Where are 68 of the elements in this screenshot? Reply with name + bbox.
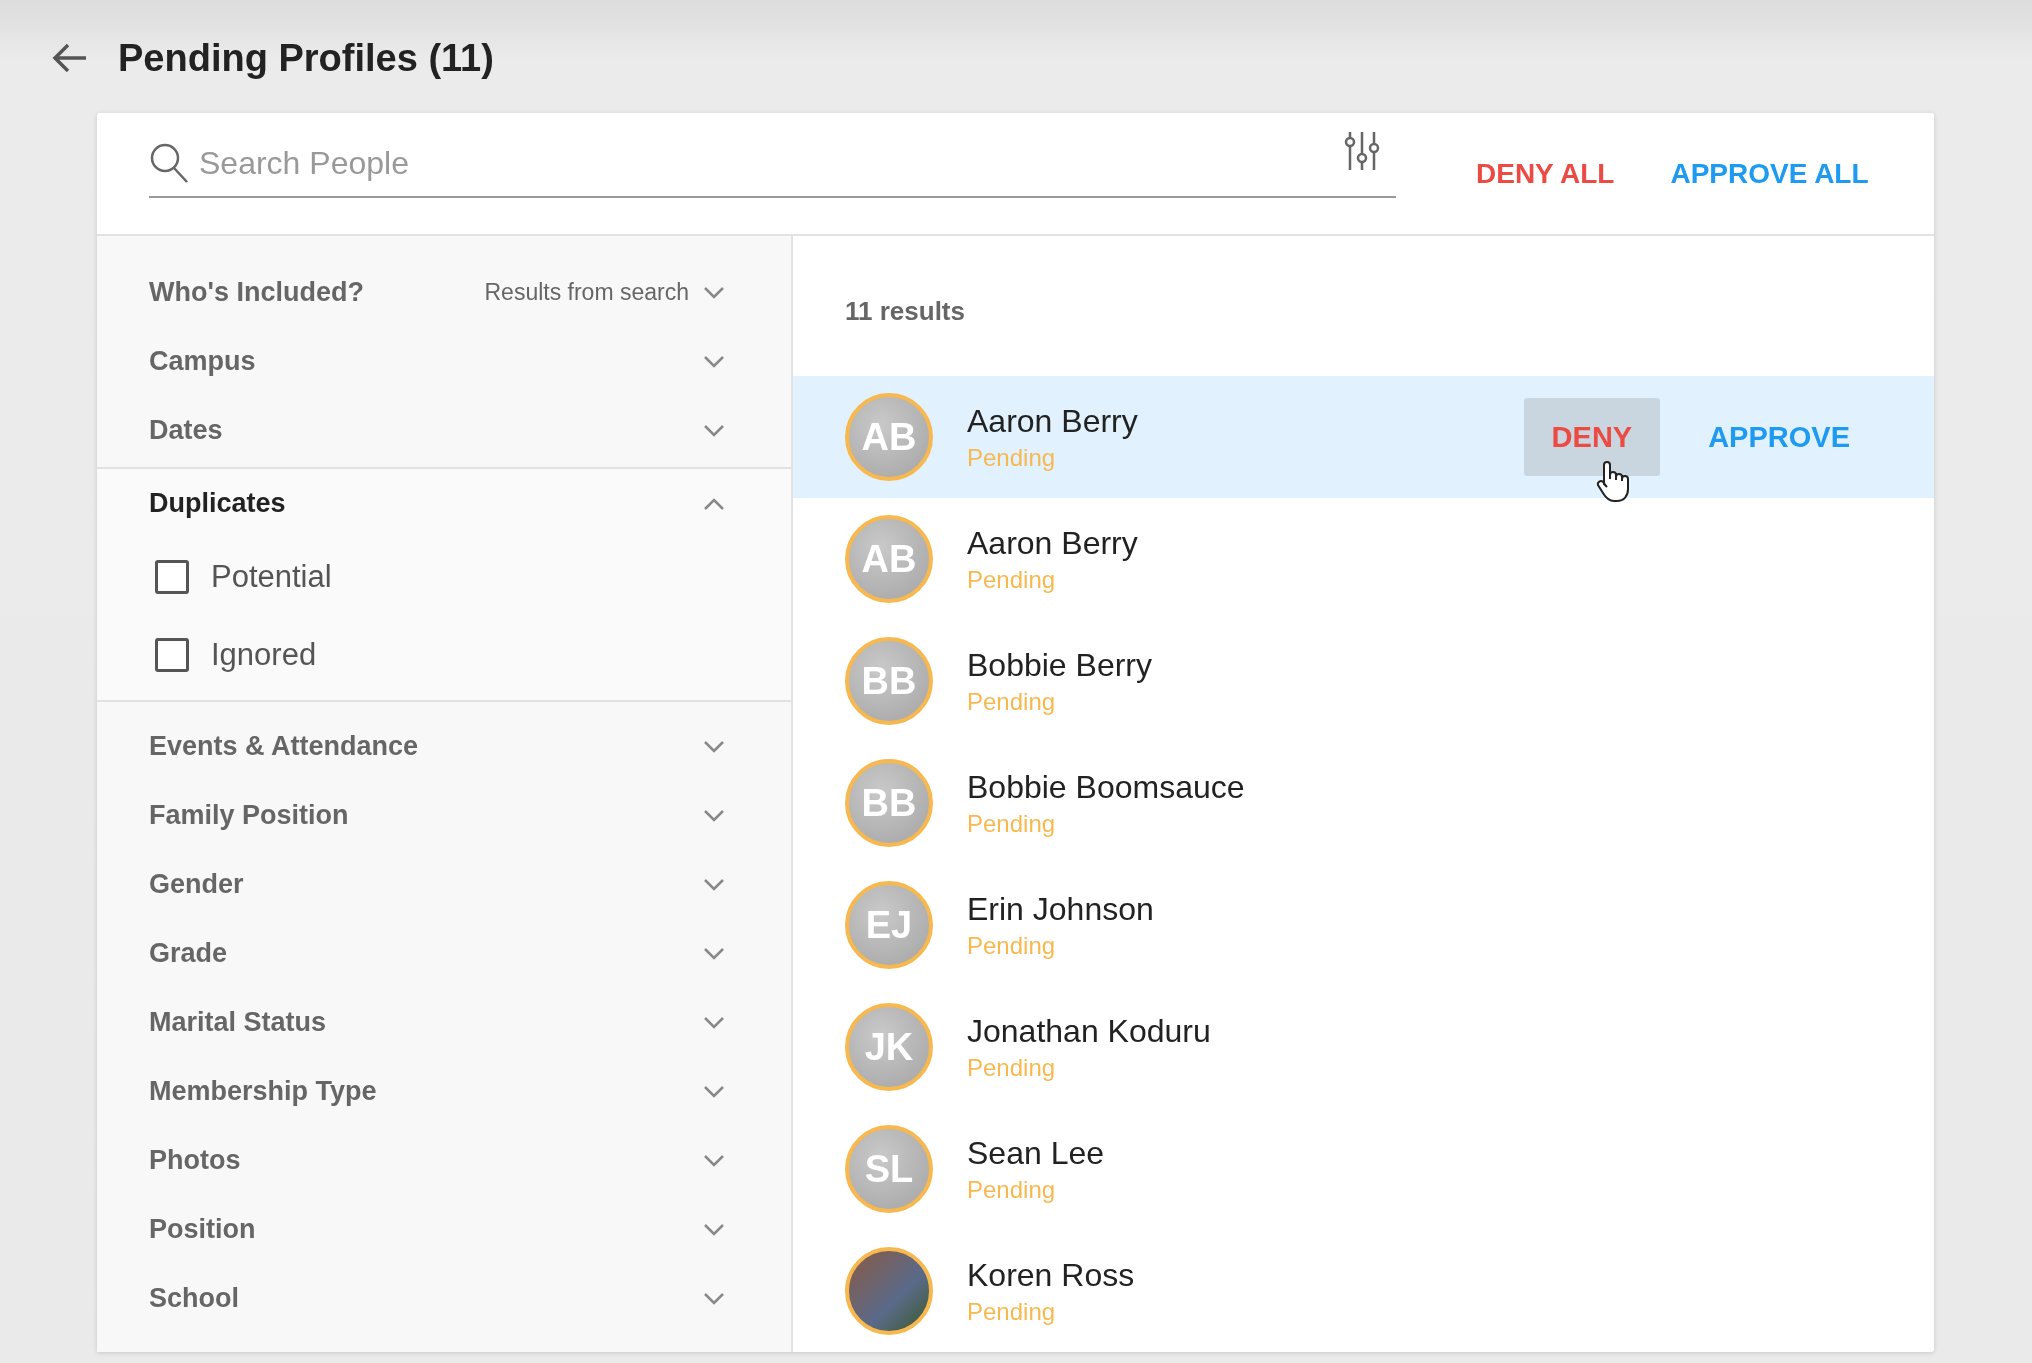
chevron-icon: [703, 1015, 725, 1030]
filter-dropdown[interactable]: Who's Included? Results from search: [97, 258, 791, 327]
avatar: BB: [845, 637, 933, 725]
avatar: SL: [845, 1125, 933, 1213]
filter-dropdown[interactable]: Gender: [97, 850, 791, 919]
avatar: AB: [845, 515, 933, 603]
avatar: EJ: [845, 881, 933, 969]
person-name: Jonathan Koduru: [967, 1012, 1212, 1050]
status-label: Pending: [967, 687, 1057, 716]
person-row[interactable]: JK Jonathan Koduru Pending: [793, 986, 1934, 1108]
person-name: Sean Lee: [967, 1134, 1105, 1172]
filter-dropdown[interactable]: Membership Type: [97, 1057, 791, 1126]
search-field[interactable]: Search People: [197, 143, 1336, 183]
chevron-icon: [703, 1153, 725, 1168]
status-label: Pending: [967, 565, 1057, 594]
approve-all-button[interactable]: APPROVE ALL: [1670, 153, 1869, 194]
filter-dropdown[interactable]: School: [97, 1264, 791, 1333]
person-name: Aaron Berry: [967, 402, 1139, 440]
chevron-icon: [703, 496, 725, 511]
sliders-icon[interactable]: [1344, 130, 1380, 172]
filter-dropdown[interactable]: Family Position: [97, 781, 791, 850]
chevron-icon: [703, 808, 725, 823]
chevron-icon: [703, 877, 725, 892]
filter-group-header[interactable]: Duplicates: [97, 469, 791, 538]
status-label: Pending: [967, 809, 1057, 838]
status-label: Pending: [967, 931, 1057, 960]
chevron-icon: [703, 946, 725, 961]
status-label: Pending: [967, 443, 1057, 472]
chevron-icon: [703, 423, 725, 438]
person-row[interactable]: EJ Erin Johnson Pending: [793, 864, 1934, 986]
status-label: Pending: [967, 1175, 1057, 1204]
status-label: Pending: [967, 1297, 1057, 1326]
search-icon: [149, 142, 189, 184]
chevron-icon: [703, 739, 725, 754]
deny-all-button[interactable]: DENY ALL: [1476, 153, 1615, 194]
chevron-icon: [703, 285, 725, 300]
chevron-icon: [703, 1084, 725, 1099]
filter-dropdown[interactable]: Events & Attendance: [97, 712, 791, 781]
chevron-icon: [703, 1291, 725, 1306]
person-row[interactable]: Koren Ross Pending: [793, 1230, 1934, 1352]
filter-dropdown[interactable]: Marital Status: [97, 988, 791, 1057]
person-row[interactable]: BB Bobbie Boomsauce Pending: [793, 742, 1934, 864]
chevron-icon: [703, 1222, 725, 1237]
page-title: Pending Profiles (11): [118, 36, 494, 80]
person-row[interactable]: SL Sean Lee Pending: [793, 1108, 1934, 1230]
checkbox-label: Ignored: [211, 637, 317, 673]
filter-dropdown[interactable]: Position: [97, 1195, 791, 1264]
filter-dropdown[interactable]: Grade: [97, 919, 791, 988]
person-name: Aaron Berry: [967, 524, 1139, 562]
filter-dropdown[interactable]: Campus: [97, 327, 791, 396]
person-row[interactable]: AB Aaron Berry Pending: [793, 498, 1934, 620]
filter-dropdown[interactable]: Photos: [97, 1126, 791, 1195]
person-row[interactable]: BB Bobbie Berry Pending: [793, 620, 1934, 742]
avatar: BB: [845, 759, 933, 847]
filter-dropdown[interactable]: Dates: [97, 396, 791, 465]
avatar: JK: [845, 1003, 933, 1091]
person-name: Koren Ross: [967, 1256, 1136, 1294]
chevron-icon: [703, 354, 725, 369]
avatar: AB: [845, 393, 933, 481]
person-name: Erin Johnson: [967, 890, 1155, 928]
back-arrow-icon[interactable]: [52, 42, 88, 74]
checkbox-label: Potential: [211, 559, 332, 595]
status-label: Pending: [967, 1053, 1057, 1082]
checkbox[interactable]: [155, 560, 189, 594]
person-name: Bobbie Berry: [967, 646, 1153, 684]
checkbox[interactable]: [155, 638, 189, 672]
results-count: 11 results: [844, 295, 966, 328]
person-name: Bobbie Boomsauce: [967, 768, 1246, 806]
